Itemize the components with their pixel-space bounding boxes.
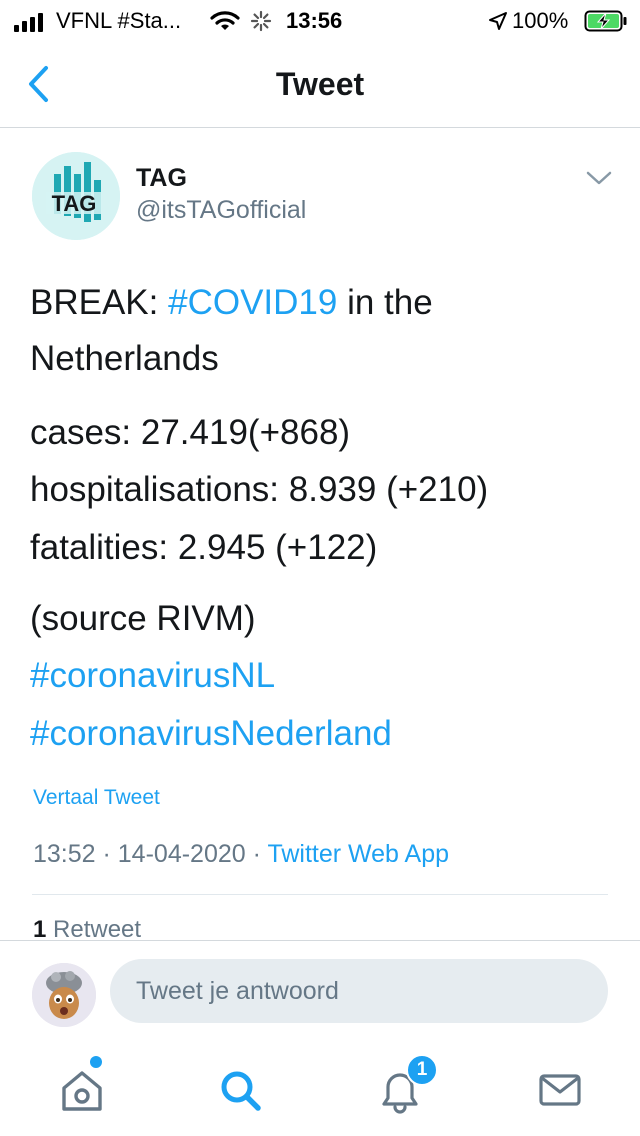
- tweet-metadata: 13:52 · 14-04-2020 · Twitter Web App: [33, 840, 449, 869]
- tweet-detail-screen: VFNL #Sta... 13:56 100% Tweet TAG TAG @i…: [0, 0, 640, 1136]
- hashtag-link[interactable]: #coronavirusNL: [30, 655, 275, 697]
- navigation-bar: Tweet: [0, 40, 640, 128]
- author-handle[interactable]: @itsTAGofficial: [136, 196, 306, 225]
- chevron-down-icon: [586, 171, 612, 185]
- author-name[interactable]: TAG: [136, 164, 187, 193]
- tweet-timestamp: 13:52 · 14-04-2020 ·: [33, 840, 268, 868]
- tweet-text-line: Netherlands: [30, 339, 219, 378]
- source-line: (source RIVM): [30, 599, 256, 638]
- hashtag-link[interactable]: #coronavirusNederland: [30, 713, 392, 755]
- tweet-text-line: BREAK: #COVID19 in the: [30, 282, 433, 324]
- cellular-signal-icon: [14, 10, 43, 32]
- reply-bar: [0, 940, 640, 1042]
- tweet-text: BREAK:: [30, 283, 169, 322]
- notification-count-badge: 1: [406, 1054, 438, 1086]
- tab-home[interactable]: [54, 1062, 110, 1118]
- home-icon: [62, 1071, 102, 1111]
- avatar-logo-text: TAG: [52, 191, 97, 216]
- translate-tweet-link[interactable]: Vertaal Tweet: [33, 786, 160, 810]
- tab-bar: 1: [0, 1042, 640, 1136]
- carrier-name: VFNL #Sta...: [56, 8, 182, 33]
- search-icon: [221, 1071, 261, 1111]
- page-title: Tweet: [275, 66, 365, 102]
- network-activity-icon: [250, 8, 272, 34]
- divider: [32, 894, 608, 895]
- retweet-label: Retweet: [46, 916, 142, 943]
- cases-line: cases: 27.419(+868): [30, 413, 351, 452]
- tweet-options-button[interactable]: [584, 168, 614, 188]
- memoji-avatar-icon: [32, 963, 96, 1027]
- envelope-icon: [539, 1074, 581, 1106]
- tag-logo-icon: TAG: [32, 152, 120, 240]
- author-avatar[interactable]: TAG: [32, 152, 120, 240]
- location-arrow-icon: [488, 8, 508, 34]
- battery-charging-icon: [584, 8, 628, 34]
- hospitalisations-line: hospitalisations: 8.939 (+210): [30, 470, 489, 509]
- reply-input[interactable]: [110, 959, 608, 1023]
- client-app-link[interactable]: Twitter Web App: [267, 840, 449, 868]
- status-bar: VFNL #Sta... 13:56 100%: [0, 0, 640, 40]
- user-avatar[interactable]: [32, 963, 96, 1027]
- hashtag-link[interactable]: #COVID19: [168, 283, 337, 322]
- battery-percent: 100%: [512, 8, 569, 33]
- tab-messages[interactable]: [532, 1062, 588, 1118]
- wifi-icon: [210, 8, 240, 34]
- tab-search[interactable]: [212, 1062, 268, 1118]
- home-new-indicator: [90, 1056, 102, 1068]
- retweet-count: 1: [33, 916, 47, 943]
- status-time: 13:56: [286, 8, 343, 33]
- fatalities-line: fatalities: 2.945 (+122): [30, 528, 378, 567]
- tweet-text: in the: [337, 283, 433, 322]
